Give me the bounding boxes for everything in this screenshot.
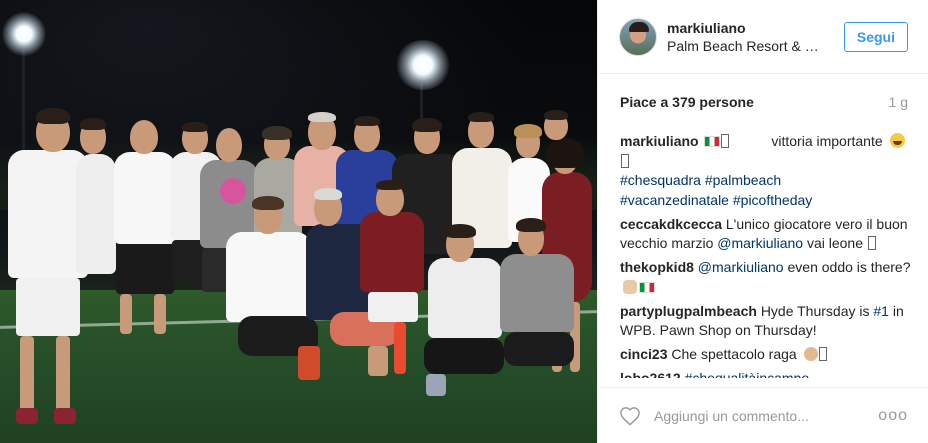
unknown-emoji-icon [818, 347, 827, 361]
comment-input[interactable] [654, 403, 879, 428]
hashtag-link[interactable]: #1 [873, 303, 889, 319]
post-header: markiuliano Palm Beach Resort & Beach Cl… [598, 0, 928, 74]
floodlight [395, 40, 451, 90]
instagram-post: markiuliano Palm Beach Resort & Beach Cl… [0, 0, 928, 443]
laughing-face-icon [889, 133, 905, 148]
comment-text: Hyde Thursday is [760, 302, 874, 319]
comment-username[interactable]: lobo2612 [620, 370, 681, 378]
comment-item: lobo2612 #chequalitàincampo [620, 369, 912, 378]
more-options-button[interactable]: ooo [878, 407, 908, 424]
heart-outline-icon [620, 406, 640, 426]
comment-text: even oddo is there? [783, 259, 911, 275]
person [494, 218, 584, 388]
floodlight [2, 12, 46, 56]
comment-username[interactable]: ceccakdkcecca [620, 216, 722, 232]
mention-link[interactable]: @markiuliano [698, 259, 784, 275]
comment-username[interactable]: thekopkid8 [620, 259, 694, 275]
comment-item: markiuliano vittoria importante #chesqua… [620, 132, 912, 210]
hashtag-link[interactable]: #chequalitàincampo [685, 370, 810, 378]
timestamp[interactable]: 1 g [889, 94, 908, 110]
comments-list[interactable]: markiuliano vittoria importante #chesqua… [620, 132, 912, 378]
heart-icon[interactable] [618, 404, 642, 428]
comment-item: ceccakdkcecca L'unico giocatore vero il … [620, 215, 912, 254]
comment-username[interactable]: markiuliano [620, 133, 699, 149]
hashtag-link[interactable]: #picoftheday [733, 192, 812, 208]
comment-text: Che spettacolo raga [671, 346, 797, 362]
italy-flag-icon [704, 136, 721, 147]
comment-item: thekopkid8 @markiuliano even oddo is the… [620, 258, 912, 297]
raising-hands-icon [623, 279, 637, 294]
avatar[interactable] [619, 17, 657, 56]
hashtag-link[interactable]: #vacanzedinatale [620, 192, 729, 208]
mention-link[interactable]: @markiuliano [717, 235, 803, 251]
unknown-emoji-icon [621, 153, 629, 168]
comment-item: cinci23 Che spettacolo raga [620, 345, 912, 365]
unknown-emoji-icon [867, 236, 876, 250]
follow-button[interactable]: Segui [843, 21, 908, 52]
comment-footer: ooo [598, 387, 928, 443]
person [358, 180, 428, 380]
unknown-emoji-icon [721, 134, 730, 148]
username-link[interactable]: markiuliano [667, 19, 844, 37]
comment-username[interactable]: cinci23 [620, 346, 667, 362]
hashtag-link[interactable]: #palmbeach [705, 172, 781, 188]
ok-hand-icon [803, 347, 818, 361]
location-link[interactable]: Palm Beach Resort & Beach Club [667, 37, 827, 55]
comment-item: partyplugpalmbeach Hyde Thursday is #1 i… [620, 302, 912, 341]
comment-text: vai leone [803, 235, 867, 251]
comment-username[interactable]: partyplugpalmbeach [620, 303, 757, 319]
likes-count[interactable]: Piace a 379 persone [620, 94, 754, 110]
italy-flag-icon [639, 281, 655, 293]
post-photo[interactable] [0, 0, 597, 443]
user-meta: markiuliano Palm Beach Resort & Beach Cl… [667, 19, 844, 55]
hashtag-link[interactable]: #chesquadra [620, 172, 701, 188]
likes-row: Piace a 379 persone 1 g [598, 74, 928, 130]
comment-text: vittoria importante [771, 133, 883, 149]
post-sidebar: markiuliano Palm Beach Resort & Beach Cl… [597, 0, 928, 443]
